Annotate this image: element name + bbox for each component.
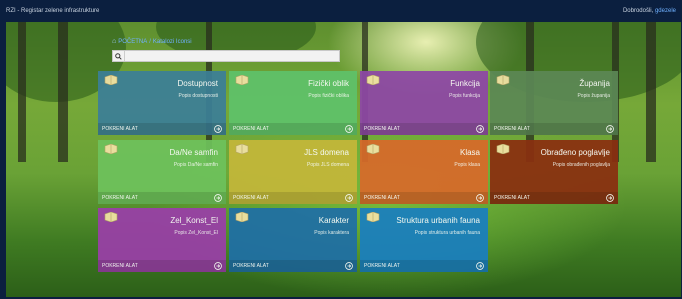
tile-action-bar[interactable]: POKRENI ALAT <box>98 260 226 272</box>
tile-action-bar[interactable]: POKRENI ALAT <box>229 260 357 272</box>
tile-title: Zel_Konst_El <box>170 216 218 225</box>
book-icon <box>496 75 510 85</box>
tile-title: Županija <box>579 79 610 88</box>
launch-tool-link[interactable]: POKRENI ALAT <box>102 263 138 269</box>
tile-subtitle: Popis Zel_Konst_El <box>174 230 218 236</box>
tree-trunk <box>58 22 68 162</box>
tile-title: JLS domena <box>304 148 349 157</box>
launch-tool-link[interactable]: POKRENI ALAT <box>494 126 530 132</box>
arrow-circle-icon[interactable] <box>606 194 614 202</box>
tile-title: Klasa <box>459 148 480 157</box>
tile-subtitle: Popis fizički oblika <box>308 93 349 99</box>
tile-title: Funkcija <box>450 79 480 88</box>
tile-subtitle: Popis karaktera <box>314 230 349 236</box>
launch-tool-link[interactable]: POKRENI ALAT <box>233 263 269 269</box>
tile-subtitle: Popis obrađenih poglavlja <box>552 162 610 168</box>
arrow-circle-icon[interactable] <box>476 262 484 270</box>
book-icon <box>366 75 380 85</box>
launch-tool-link[interactable]: POKRENI ALAT <box>102 195 138 201</box>
arrow-circle-icon[interactable] <box>345 194 353 202</box>
tree-trunk <box>646 22 656 162</box>
tree-trunk <box>18 22 26 162</box>
tile-action-bar[interactable]: POKRENI ALAT <box>229 123 357 135</box>
tile-klasa[interactable]: Klasa Popis klasa POKRENI ALAT <box>360 140 488 204</box>
tile-subtitle: Popis Da/Ne samfin <box>173 162 218 168</box>
tile-da-ne-samfin[interactable]: Da/Ne samfin Popis Da/Ne samfin POKRENI AL… <box>98 140 226 204</box>
username-link[interactable]: gdezele <box>655 8 676 14</box>
tile-obra-eno-poglavlje[interactable]: Obrađeno poglavlje Popis obrađenih poglav… <box>490 140 618 204</box>
tile-karakter[interactable]: Karakter Popis karaktera POKRENI ALAT <box>229 208 357 272</box>
arrow-circle-icon[interactable] <box>345 262 353 270</box>
arrow-circle-icon[interactable] <box>214 194 222 202</box>
tile-subtitle: Popis klasa <box>454 162 480 168</box>
greeting-text: Dobrodošli, <box>622 8 654 14</box>
arrow-circle-icon[interactable] <box>214 125 222 133</box>
tile-zel-konst-el[interactable]: Zel_Konst_El Popis Zel_Konst_El POKRENI AL… <box>98 208 226 272</box>
tile-action-bar[interactable]: POKRENI ALAT <box>360 260 488 272</box>
user-greeting: Dobrodošli, gdezele <box>623 8 676 14</box>
tile-jls-domena[interactable]: JLS domena Popis JLS domena POKRENI ALAT <box>229 140 357 204</box>
tile-subtitle: Popis županija <box>577 93 610 99</box>
search-box[interactable] <box>112 50 340 62</box>
arrow-circle-icon[interactable] <box>214 262 222 270</box>
breadcrumb: ⌂ POČETNA / Katalozi Iconsi <box>112 38 192 45</box>
tile-fizi-ki-oblik[interactable]: Fizički oblik Popis fizički oblika POKRENI… <box>229 71 357 135</box>
arrow-circle-icon[interactable] <box>476 125 484 133</box>
arrow-circle-icon[interactable] <box>345 125 353 133</box>
book-icon <box>496 144 510 154</box>
launch-tool-link[interactable]: POKRENI ALAT <box>364 195 400 201</box>
book-icon <box>235 144 249 154</box>
app-title: RZI - Registar zelene infrastrukture <box>6 8 100 14</box>
tile-title: Obrađeno poglavlje <box>540 148 610 157</box>
tile-action-bar[interactable]: POKRENI ALAT <box>98 123 226 135</box>
book-icon <box>366 212 380 222</box>
book-icon <box>104 212 118 222</box>
tile-action-bar[interactable]: POKRENI ALAT <box>490 123 618 135</box>
launch-tool-link[interactable]: POKRENI ALAT <box>102 126 138 132</box>
tile-funkcija[interactable]: Funkcija Popis funkcija POKRENI ALAT <box>360 71 488 135</box>
book-icon <box>366 144 380 154</box>
book-icon <box>104 144 118 154</box>
tile-action-bar[interactable]: POKRENI ALAT <box>98 192 226 204</box>
tile-title: Karakter <box>318 216 349 225</box>
book-icon <box>104 75 118 85</box>
tile-subtitle: Popis JLS domena <box>307 162 349 168</box>
tile-subtitle: Popis dostupnosti <box>178 93 218 99</box>
tile-subtitle: Popis struktura urbanih fauna <box>414 230 480 236</box>
tile-title: Dostupnost <box>177 79 218 88</box>
arrow-circle-icon[interactable] <box>476 194 484 202</box>
tile-title: Da/Ne samfin <box>169 148 218 157</box>
tile-action-bar[interactable]: POKRENI ALAT <box>229 192 357 204</box>
launch-tool-link[interactable]: POKRENI ALAT <box>364 263 400 269</box>
search-icon[interactable] <box>113 51 125 61</box>
tile-dostupnost[interactable]: Dostupnost Popis dostupnosti POKRENI ALAT <box>98 71 226 135</box>
launch-tool-link[interactable]: POKRENI ALAT <box>233 195 269 201</box>
tile-title: Struktura urbanih fauna <box>396 216 480 225</box>
breadcrumb-current: Katalozi Iconsi <box>152 38 192 45</box>
tile-subtitle: Popis funkcija <box>449 93 480 99</box>
breadcrumb-home[interactable]: POČETNA <box>118 39 147 45</box>
book-icon <box>235 75 249 85</box>
book-icon <box>235 212 249 222</box>
launch-tool-link[interactable]: POKRENI ALAT <box>233 126 269 132</box>
tile-upanija[interactable]: Županija Popis županija POKRENI ALAT <box>490 71 618 135</box>
top-bar: RZI - Registar zelene infrastrukture Dob… <box>0 0 682 22</box>
tile-action-bar[interactable]: POKRENI ALAT <box>490 192 618 204</box>
arrow-circle-icon[interactable] <box>606 125 614 133</box>
home-icon[interactable]: ⌂ <box>112 38 116 45</box>
tile-struktura-urbanih-fauna[interactable]: Struktura urbanih fauna Popis struktura u… <box>360 208 488 272</box>
launch-tool-link[interactable]: POKRENI ALAT <box>364 126 400 132</box>
launch-tool-link[interactable]: POKRENI ALAT <box>494 195 530 201</box>
search-input[interactable] <box>125 51 339 61</box>
tile-action-bar[interactable]: POKRENI ALAT <box>360 123 488 135</box>
tile-title: Fizički oblik <box>308 79 349 88</box>
tile-action-bar[interactable]: POKRENI ALAT <box>360 192 488 204</box>
breadcrumb-separator: / <box>149 38 151 45</box>
